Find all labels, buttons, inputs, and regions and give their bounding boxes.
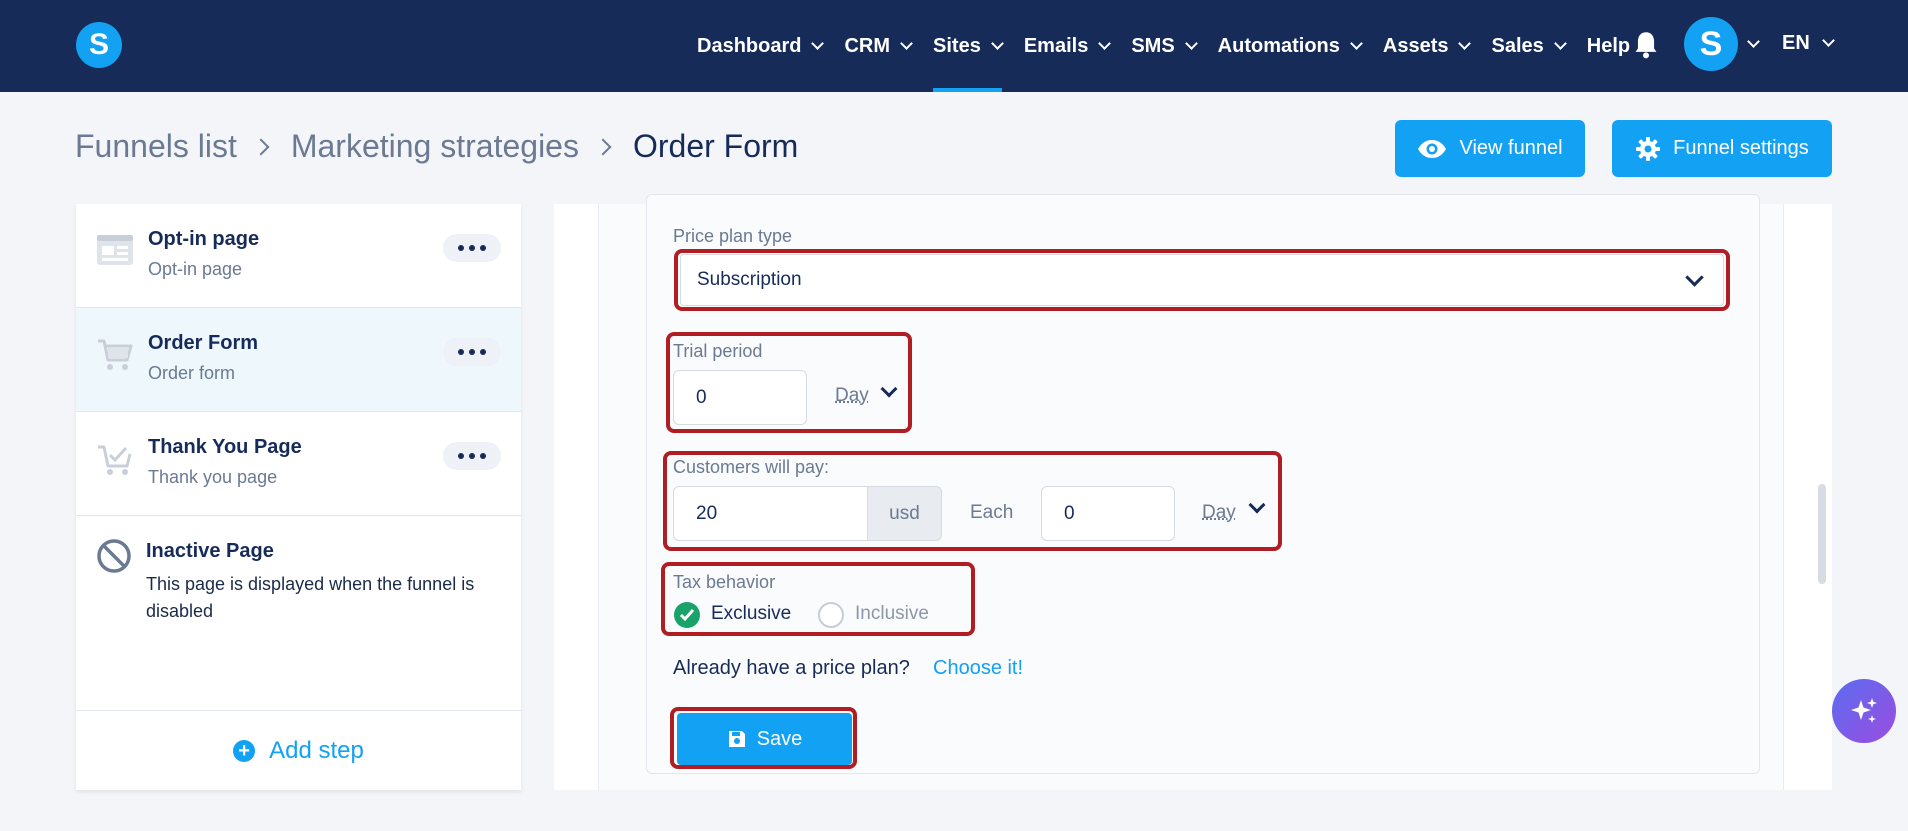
- top-navbar: S Dashboard CRM Sites Emails SMS Automat…: [0, 0, 1908, 92]
- user-avatar[interactable]: S: [1684, 17, 1738, 71]
- view-funnel-label: View funnel: [1459, 137, 1563, 159]
- funnel-steps-sidebar: Opt-in page Opt-in page Order Form Order…: [76, 204, 521, 790]
- funnel-settings-label: Funnel settings: [1673, 137, 1809, 159]
- chevron-right-icon: [252, 138, 270, 155]
- nav-label: Automations: [1217, 34, 1340, 57]
- nav-label: Sites: [933, 34, 981, 57]
- trial-unit-select[interactable]: Day: [835, 385, 869, 407]
- breadcrumb-funnel[interactable]: Marketing strategies: [291, 128, 579, 165]
- step-subtitle: Thank you page: [148, 467, 278, 487]
- breadcrumb: Funnels list Marketing strategies Order …: [75, 128, 798, 165]
- page-icon: [97, 235, 133, 265]
- page-title: Order Form: [632, 128, 799, 164]
- cart-icon: [98, 339, 133, 370]
- choose-plan-link[interactable]: Choose it!: [933, 657, 1023, 680]
- nav-label: Help: [1586, 34, 1631, 57]
- nav-sites[interactable]: Sites: [933, 0, 1004, 92]
- customers-pay-label: Customers will pay:: [673, 457, 830, 477]
- step-description: This page is displayed when the funnel i…: [146, 574, 475, 621]
- chevron-down-icon: [1350, 36, 1363, 50]
- nav-label: Dashboard: [697, 34, 802, 57]
- disabled-icon: [97, 539, 131, 573]
- cart-check-icon: [98, 445, 132, 475]
- nav-label: Sales: [1491, 34, 1544, 57]
- trial-period-value: 0: [696, 386, 707, 408]
- tax-inclusive-label[interactable]: Inclusive: [855, 603, 929, 625]
- nav-help[interactable]: Help: [1587, 0, 1630, 92]
- trial-period-input[interactable]: 0: [673, 370, 807, 425]
- sparkles-icon: [1851, 698, 1877, 723]
- price-plan-type-value: Subscription: [697, 269, 802, 290]
- chevron-down-icon[interactable]: [1747, 35, 1760, 48]
- billing-unit-select[interactable]: Day: [1202, 502, 1236, 524]
- price-amount-input[interactable]: 20: [673, 486, 869, 541]
- gear-icon: [1636, 136, 1661, 161]
- currency-label: usd: [889, 502, 920, 524]
- nav-emails[interactable]: Emails: [1023, 0, 1112, 92]
- check-icon: [679, 609, 695, 622]
- price-amount-value: 20: [696, 502, 718, 524]
- tax-behavior-label: Tax behavior: [673, 572, 776, 592]
- tax-exclusive-label[interactable]: Exclusive: [711, 603, 791, 625]
- price-plan-type-label: Price plan type: [673, 226, 793, 246]
- scrollbar[interactable]: [1818, 484, 1826, 584]
- tax-exclusive-radio[interactable]: [674, 602, 700, 628]
- language-label: EN: [1782, 32, 1810, 54]
- chevron-right-icon: [594, 138, 612, 155]
- billing-interval-value: 0: [1064, 502, 1075, 524]
- nav-label: Emails: [1023, 34, 1089, 57]
- more-options-button[interactable]: [443, 442, 501, 470]
- step-opt-in[interactable]: Opt-in page Opt-in page: [76, 204, 521, 308]
- nav-sales[interactable]: Sales: [1491, 0, 1567, 92]
- funnel-settings-button[interactable]: Funnel settings: [1612, 120, 1832, 177]
- price-plan-type-select[interactable]: Subscription: [680, 254, 1724, 306]
- nav-crm[interactable]: CRM: [844, 0, 913, 92]
- step-subtitle: Opt-in page: [148, 259, 243, 279]
- tax-inclusive-radio[interactable]: [818, 602, 844, 628]
- already-have-plan-text: Already have a price plan?: [673, 657, 910, 679]
- eye-icon: [1418, 139, 1447, 158]
- step-thank-you[interactable]: Thank You Page Thank you page: [76, 412, 521, 516]
- language-selector[interactable]: EN: [1782, 32, 1835, 55]
- step-inactive-page[interactable]: Inactive Page This page is displayed whe…: [76, 516, 521, 712]
- each-label: Each: [970, 502, 1014, 523]
- step-order-form[interactable]: Order Form Order form: [76, 308, 521, 412]
- save-label: Save: [756, 727, 803, 750]
- nav-sms[interactable]: SMS: [1131, 0, 1198, 92]
- app-logo[interactable]: S: [76, 22, 122, 68]
- chevron-down-icon: [1553, 36, 1567, 50]
- plus-circle-icon: +: [233, 739, 256, 762]
- nav-automations[interactable]: Automations: [1217, 0, 1363, 92]
- currency-addon: usd: [867, 486, 942, 541]
- more-options-button[interactable]: [443, 338, 501, 366]
- view-funnel-button[interactable]: View funnel: [1395, 120, 1585, 177]
- add-step-button[interactable]: + Add step: [76, 710, 521, 790]
- step-subtitle: Order form: [148, 363, 236, 383]
- floppy-disk-icon: [728, 731, 745, 747]
- chevron-down-icon: [1458, 36, 1472, 50]
- nav-label: SMS: [1131, 34, 1175, 57]
- chevron-down-icon: [1685, 268, 1704, 287]
- nav-label: CRM: [844, 34, 891, 57]
- ai-assistant-button[interactable]: [1832, 679, 1896, 743]
- chevron-down-icon: [1184, 36, 1198, 50]
- trial-period-label: Trial period: [673, 341, 763, 361]
- nav-label: Assets: [1382, 34, 1449, 57]
- chevron-down-icon: [990, 36, 1004, 50]
- chevron-down-icon: [1098, 36, 1112, 50]
- chevron-down-icon: [811, 36, 825, 50]
- breadcrumb-funnels-list[interactable]: Funnels list: [75, 128, 237, 165]
- nav-assets[interactable]: Assets: [1382, 0, 1472, 92]
- more-options-button[interactable]: [443, 234, 501, 262]
- bell-icon[interactable]: [1632, 30, 1660, 60]
- add-step-label: Add step: [269, 736, 364, 764]
- chevron-down-icon: [900, 36, 913, 50]
- billing-interval-input[interactable]: 0: [1041, 486, 1175, 541]
- nav-dashboard[interactable]: Dashboard: [697, 0, 825, 92]
- main-nav: Dashboard CRM Sites Emails SMS Automatio…: [697, 0, 1652, 92]
- step-title: Inactive Page: [146, 540, 274, 562]
- save-button[interactable]: Save: [677, 713, 852, 765]
- chevron-down-icon: [1821, 34, 1835, 47]
